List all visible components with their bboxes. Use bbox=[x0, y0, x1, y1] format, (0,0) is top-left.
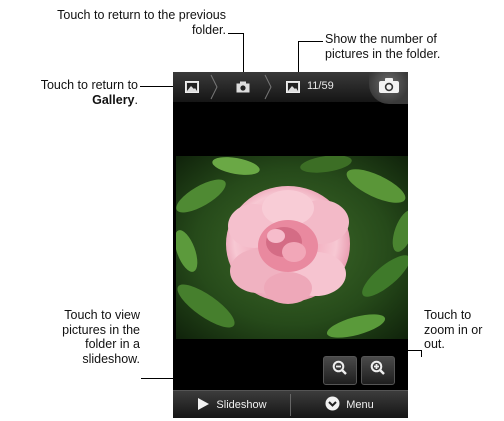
displayed-photo[interactable] bbox=[176, 156, 408, 339]
leader-count-h bbox=[298, 41, 323, 42]
picture-icon bbox=[286, 81, 300, 93]
breadcrumb-separator bbox=[210, 74, 218, 100]
folder-breadcrumb-button[interactable] bbox=[229, 75, 257, 99]
zoom-in-icon bbox=[370, 360, 386, 381]
menu-button[interactable]: Menu bbox=[291, 391, 408, 418]
slideshow-button[interactable]: Slideshow bbox=[173, 391, 290, 418]
current-folder-indicator bbox=[283, 75, 303, 99]
play-arrow-icon bbox=[196, 397, 210, 414]
menu-circle-icon bbox=[325, 396, 340, 414]
picture-counter: 11/59 bbox=[307, 80, 334, 92]
picture-icon bbox=[185, 81, 199, 93]
leader-count-v bbox=[298, 41, 299, 75]
breadcrumb-separator bbox=[264, 74, 272, 100]
annotation-slideshow: Touch to view pictures in the folder in … bbox=[28, 308, 140, 366]
phone-screen: 11/59 Slideshow Menu bbox=[173, 72, 408, 418]
breadcrumb-bar: 11/59 bbox=[173, 72, 408, 104]
zoom-out-button[interactable] bbox=[323, 356, 357, 385]
annotation-gallery-text: Touch to return to bbox=[40, 78, 138, 92]
annotation-zoom-text: Touch to zoom in or out. bbox=[424, 308, 483, 351]
camera-icon bbox=[378, 77, 400, 99]
leader-prev-folder-v bbox=[243, 33, 244, 75]
annotation-gallery: Touch to return to Gallery. bbox=[0, 78, 138, 107]
annotation-count-text: Show the number of pictures in the folde… bbox=[325, 32, 441, 61]
annotation-gallery-period: . bbox=[134, 92, 138, 107]
annotation-zoom: Touch to zoom in or out. bbox=[424, 308, 502, 352]
camera-button[interactable] bbox=[369, 72, 408, 104]
menu-label: Menu bbox=[346, 399, 374, 411]
annotation-gallery-bold: Gallery bbox=[92, 92, 135, 107]
bottom-action-bar: Slideshow Menu bbox=[173, 390, 408, 418]
annotation-count: Show the number of pictures in the folde… bbox=[325, 32, 475, 61]
camera-icon bbox=[236, 81, 250, 93]
leader-zoom-v2 bbox=[421, 350, 422, 357]
annotation-slideshow-text: Touch to view pictures in the folder in … bbox=[62, 308, 140, 366]
zoom-in-button[interactable] bbox=[361, 356, 395, 385]
annotation-prev-folder-text: Touch to return to the previous folder. bbox=[57, 8, 226, 37]
gallery-breadcrumb-button[interactable] bbox=[179, 75, 205, 99]
slideshow-label: Slideshow bbox=[216, 399, 267, 411]
annotation-prev-folder: Touch to return to the previous folder. bbox=[40, 8, 226, 37]
leader-prev-folder-h bbox=[228, 33, 244, 34]
zoom-out-icon bbox=[332, 360, 348, 381]
